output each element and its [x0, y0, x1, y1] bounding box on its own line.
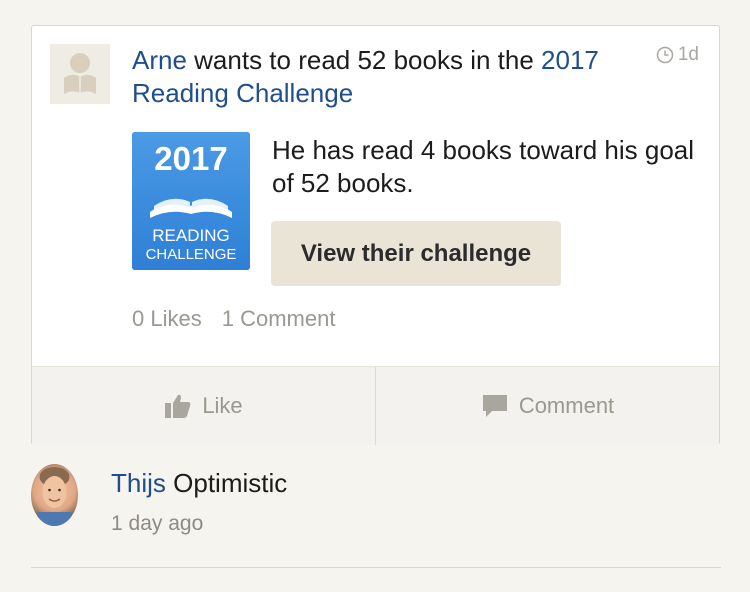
badge-year: 2017: [154, 140, 227, 177]
author-link[interactable]: Arne: [132, 45, 187, 75]
like-label: Like: [202, 393, 243, 418]
comment-text-line: Thijs Optimistic: [111, 467, 287, 500]
progress-text: He has read 4 books toward his goal of 5…: [272, 135, 695, 198]
view-challenge-button[interactable]: View their challenge: [271, 221, 561, 286]
likes-count[interactable]: 0 Likes: [132, 306, 202, 332]
comment-author-link[interactable]: Thijs: [111, 468, 166, 498]
action-bar: Like Comment: [32, 366, 719, 445]
headline-text: wants to read 52 books in the: [186, 45, 542, 75]
thumbs-up-icon: [165, 394, 191, 418]
engagement-counts: 0 Likes 1 Comment: [132, 306, 335, 332]
reading-challenge-badge[interactable]: 2017 READING CHALLENGE: [132, 132, 250, 270]
comment-timestamp[interactable]: 1 day ago: [111, 512, 203, 536]
comments-count[interactable]: 1 Comment: [222, 306, 336, 332]
update-headline: Arne wants to read 52 books in the 2017 …: [132, 44, 632, 110]
avatar[interactable]: [31, 464, 78, 526]
comment-label: Comment: [518, 393, 615, 418]
badge-line-1: READING: [152, 226, 229, 245]
comment-bubble-icon: [482, 395, 507, 417]
like-button[interactable]: Like: [32, 367, 375, 445]
badge-line-2: CHALLENGE: [146, 246, 237, 263]
timestamp[interactable]: 1d: [656, 44, 699, 66]
clock-icon: [656, 46, 674, 64]
comment-item: Thijs Optimistic 1 day ago: [31, 462, 721, 568]
update-card: Arne wants to read 52 books in the 2017 …: [31, 25, 720, 445]
reader-avatar-icon[interactable]: [50, 44, 110, 104]
comment-button[interactable]: Comment: [375, 367, 719, 445]
timestamp-text: 1d: [677, 44, 699, 65]
comment-text: Optimistic: [165, 468, 288, 498]
